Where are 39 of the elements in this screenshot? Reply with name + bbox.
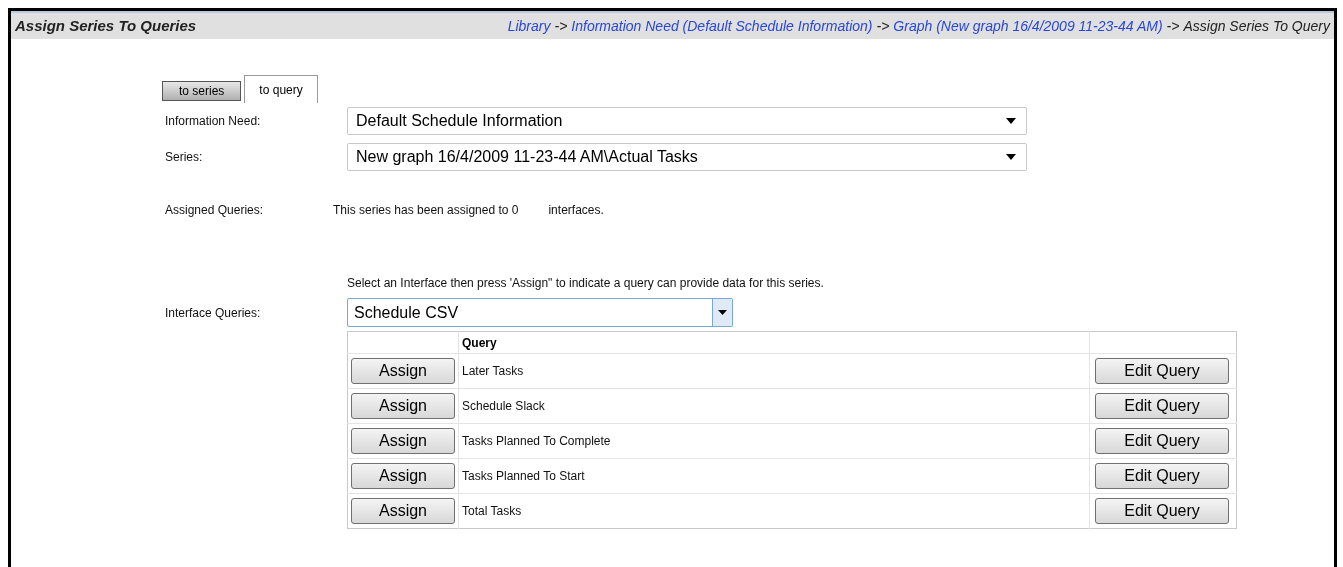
dropdown-select[interactable]: New graph 16/4/2009 11-23-44 AM\Actual Tasks bbox=[347, 143, 1027, 171]
column-header: Query bbox=[458, 331, 1090, 354]
page-title: Assign Series To Queries bbox=[15, 15, 197, 36]
assign-button[interactable]: Assign bbox=[351, 393, 455, 419]
assigned-suffix-text: interfaces. bbox=[548, 202, 604, 219]
breadcrumb-separator: -> bbox=[876, 16, 890, 36]
assign-button[interactable]: Assign bbox=[351, 498, 455, 524]
field-label: Assigned Queries: bbox=[164, 202, 265, 219]
instruction-text: Select an Interface then press 'Assign" to indicate a query can provide data for this series. bbox=[347, 276, 824, 290]
breadcrumb-link[interactable]: Information Need (Default Schedule Information) bbox=[571, 15, 873, 37]
field-label: Information Need: bbox=[164, 113, 262, 130]
tab[interactable]: to series bbox=[162, 81, 242, 101]
dropdown-arrow-icon bbox=[718, 310, 727, 315]
dropdown-arrow-icon bbox=[1006, 154, 1016, 160]
edit-query-button[interactable]: Edit Query bbox=[1095, 463, 1229, 489]
breadcrumb-link[interactable]: Library bbox=[507, 15, 551, 37]
edit-query-button[interactable]: Edit Query bbox=[1095, 498, 1229, 524]
breadcrumb-separator: -> bbox=[554, 16, 568, 36]
table-cell: Total Tasks bbox=[458, 493, 1090, 529]
field-label: Interface Queries: bbox=[164, 304, 262, 322]
assign-button[interactable]: Assign bbox=[351, 358, 455, 384]
dropdown-arrow-icon bbox=[1006, 118, 1016, 124]
edit-query-button[interactable]: Edit Query bbox=[1095, 428, 1229, 454]
interface-select[interactable]: Schedule CSV bbox=[347, 298, 733, 327]
breadcrumb-link[interactable]: Graph (New graph 16/4/2009 11-23-44 AM) bbox=[893, 15, 1163, 37]
assigned-count-text: This series has been assigned to 0 bbox=[333, 202, 519, 219]
tab[interactable]: to query bbox=[244, 75, 318, 103]
breadcrumb-current: Assign Series To Query bbox=[1183, 16, 1330, 36]
assign-button[interactable]: Assign bbox=[351, 428, 455, 454]
table-cell: Schedule Slack bbox=[458, 388, 1090, 424]
field-label: Series: bbox=[164, 149, 204, 166]
edit-query-button[interactable]: Edit Query bbox=[1095, 358, 1229, 384]
dropdown-select[interactable]: Default Schedule Information bbox=[347, 107, 1027, 135]
breadcrumb-separator: -> bbox=[1166, 16, 1180, 36]
edit-query-button[interactable]: Edit Query bbox=[1095, 393, 1229, 419]
table-cell: Tasks Planned To Complete bbox=[458, 423, 1090, 459]
table-cell: Later Tasks bbox=[458, 353, 1090, 389]
assign-button[interactable]: Assign bbox=[351, 463, 455, 489]
table-cell: Tasks Planned To Start bbox=[458, 458, 1090, 494]
